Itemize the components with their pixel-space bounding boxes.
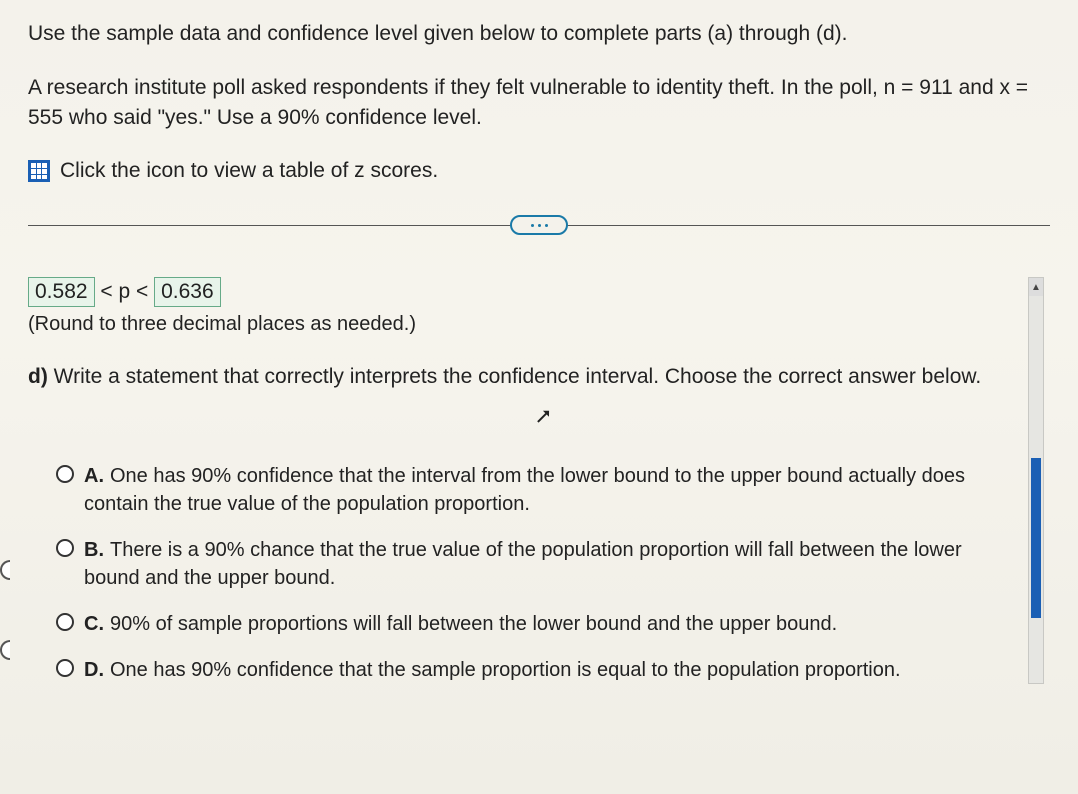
option-c-letter: C. (84, 613, 104, 635)
z-table-link[interactable]: Click the icon to view a table of z scor… (28, 159, 1050, 183)
part-d-text: Write a statement that correctly interpr… (48, 365, 981, 388)
question-page: Use the sample data and confidence level… (0, 0, 1078, 794)
part-d-prompt: d) Write a statement that correctly inte… (28, 362, 1014, 392)
section-divider (28, 213, 1050, 237)
option-c[interactable]: C. 90% of sample proportions will fall be… (56, 610, 1014, 638)
ci-lower-value: 0.582 (28, 277, 95, 306)
scrollbar[interactable]: ▲ (1028, 277, 1044, 684)
scenario-text: A research institute poll asked responde… (28, 73, 1050, 134)
expand-button[interactable] (510, 215, 568, 235)
option-d-text: One has 90% confidence that the sample p… (110, 659, 901, 681)
options-group: A.One has 90% confidence that the interv… (56, 462, 1014, 684)
radio-c[interactable] (56, 613, 74, 631)
scroll-thumb[interactable] (1031, 458, 1041, 618)
option-b-text: There is a 90% chance that the true valu… (84, 539, 962, 589)
option-b-label: B.There is a 90% chance that the true va… (84, 536, 1014, 592)
confidence-interval: 0.582 < p < 0.636 (28, 277, 1014, 306)
option-a[interactable]: A.One has 90% confidence that the interv… (56, 462, 1014, 518)
ci-upper-value: 0.636 (154, 277, 221, 306)
option-a-text: One has 90% confidence that the interval… (84, 465, 965, 515)
option-c-text: 90% of sample proportions will fall betw… (110, 613, 837, 635)
option-a-label: A.One has 90% confidence that the interv… (84, 462, 1014, 518)
option-d[interactable]: D. One has 90% confidence that the sample… (56, 656, 1014, 684)
z-link-text: Click the icon to view a table of z scor… (60, 159, 438, 183)
ci-inequality: < p < (95, 280, 155, 303)
rounding-note: (Round to three decimal places as needed… (28, 313, 1014, 336)
option-c-label: C. 90% of sample proportions will fall be… (84, 610, 837, 638)
option-d-label: D. One has 90% confidence that the sample… (84, 656, 901, 684)
answer-area: ▲ 0.582 < p < 0.636 (Round to three deci… (28, 277, 1050, 684)
radio-b[interactable] (56, 539, 74, 557)
left-edge-fragments (0, 560, 8, 740)
option-b-letter: B. (84, 539, 104, 561)
scroll-up-icon[interactable]: ▲ (1029, 278, 1043, 296)
radio-d[interactable] (56, 659, 74, 677)
intro-text: Use the sample data and confidence level… (28, 18, 1050, 51)
radio-a[interactable] (56, 465, 74, 483)
part-d-label: d) (28, 365, 48, 388)
cursor-icon: ⭧ (536, 404, 1078, 430)
option-d-letter: D. (84, 659, 104, 681)
option-b[interactable]: B.There is a 90% chance that the true va… (56, 536, 1014, 592)
table-icon (28, 160, 50, 182)
option-a-letter: A. (84, 465, 104, 487)
